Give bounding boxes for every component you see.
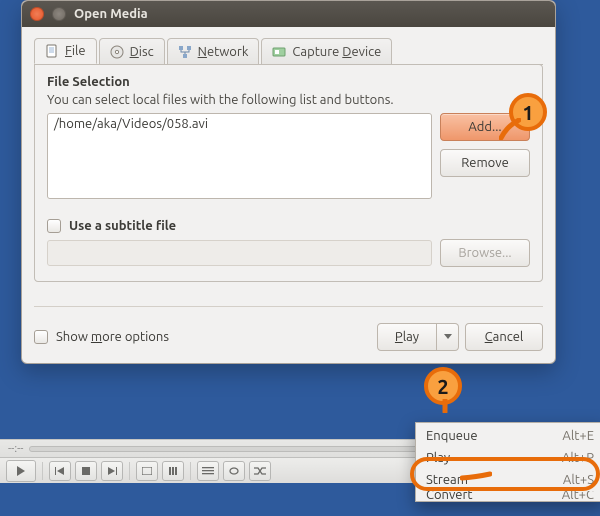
extended-icon[interactable] bbox=[162, 461, 184, 481]
open-media-dialog: Open Media File Disc Network Capture Dev… bbox=[21, 0, 556, 364]
callout-3-ring bbox=[410, 457, 600, 491]
time-elapsed: --:-- bbox=[8, 443, 23, 455]
capture-icon bbox=[272, 45, 286, 59]
file-list[interactable]: /home/aka/Videos/058.avi bbox=[47, 113, 432, 199]
disc-icon bbox=[110, 45, 124, 59]
loop-icon[interactable] bbox=[223, 461, 245, 481]
more-options-label: Show more options bbox=[56, 330, 169, 344]
file-list-item[interactable]: /home/aka/Videos/058.avi bbox=[54, 117, 425, 131]
play-button[interactable]: Play bbox=[377, 323, 437, 351]
window-title: Open Media bbox=[74, 7, 148, 21]
file-section-title: File Selection bbox=[47, 75, 530, 89]
chevron-down-icon bbox=[444, 334, 452, 340]
remove-button[interactable]: Remove bbox=[440, 149, 530, 177]
shuffle-icon[interactable] bbox=[249, 461, 271, 481]
callout-3-tail bbox=[460, 469, 492, 483]
next-icon[interactable] bbox=[101, 461, 123, 481]
separator bbox=[34, 306, 543, 307]
playlist-icon[interactable] bbox=[197, 461, 219, 481]
browse-button: Browse... bbox=[440, 239, 530, 267]
file-icon bbox=[45, 44, 59, 58]
tab-file[interactable]: File bbox=[34, 38, 97, 64]
file-section-helper: You can select local files with the foll… bbox=[47, 93, 530, 107]
callout-2-tail bbox=[440, 399, 450, 413]
browse-button-label: Browse... bbox=[458, 246, 511, 260]
prev-icon[interactable] bbox=[49, 461, 71, 481]
fullscreen-icon[interactable] bbox=[136, 461, 158, 481]
stop-icon[interactable] bbox=[75, 461, 97, 481]
more-options-checkbox[interactable] bbox=[34, 330, 48, 344]
minimize-icon[interactable] bbox=[52, 7, 66, 21]
tab-capture[interactable]: Capture Device bbox=[261, 38, 392, 64]
subtitle-checkbox[interactable] bbox=[47, 219, 61, 233]
play-dropdown-arrow[interactable] bbox=[437, 323, 459, 351]
add-button-label: Add... bbox=[468, 120, 501, 134]
menu-item-enqueue[interactable]: Enqueue Alt+E bbox=[416, 425, 600, 447]
tab-strip: File Disc Network Capture Device bbox=[34, 38, 543, 65]
network-icon bbox=[178, 45, 192, 59]
menu-item-convert[interactable]: Convert Alt+C bbox=[416, 491, 600, 499]
callout-1-tail bbox=[499, 118, 521, 140]
titlebar[interactable]: Open Media bbox=[22, 1, 555, 27]
subtitle-path-input bbox=[47, 240, 432, 266]
tab-disc[interactable]: Disc bbox=[99, 38, 165, 64]
play-icon[interactable] bbox=[6, 460, 36, 482]
remove-button-label: Remove bbox=[461, 156, 509, 170]
file-pane: File Selection You can select local file… bbox=[34, 64, 543, 282]
tab-network[interactable]: Network bbox=[167, 38, 260, 64]
cancel-button[interactable]: Cancel bbox=[465, 323, 543, 351]
close-icon[interactable] bbox=[30, 7, 44, 21]
play-split-button: Play bbox=[377, 323, 459, 351]
subtitle-checkbox-label: Use a subtitle file bbox=[69, 219, 176, 233]
